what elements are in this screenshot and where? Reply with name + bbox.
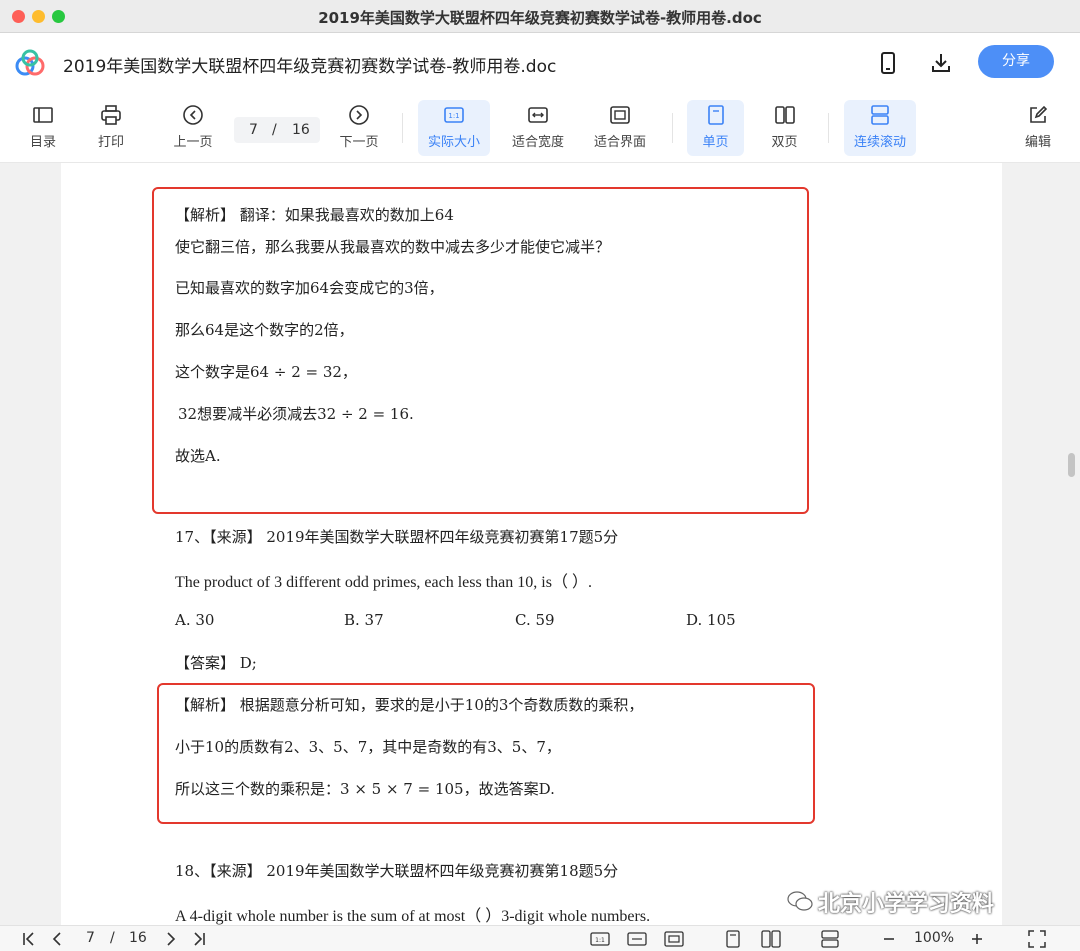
explanation-line: 故选A.: [175, 447, 221, 465]
print-label: 打印: [97, 135, 124, 150]
mobile-icon[interactable]: [876, 51, 900, 75]
fit-screen-label: 适合界面: [593, 135, 646, 150]
actual-size-icon[interactable]: 1:1: [590, 929, 610, 949]
explanation-line: 32想要减半必须减去32 ÷ 2 = 16.: [178, 405, 414, 423]
scrollbar-thumb[interactable]: [1068, 453, 1075, 477]
document-viewer[interactable]: 【解析】 翻译：如果我最喜欢的数加上64 使它翻三倍，那么我要从我最喜欢的数中减…: [0, 163, 1080, 925]
continuous-scroll-icon[interactable]: [820, 929, 840, 949]
watermark-text: 北京小学学习资料: [818, 892, 995, 917]
print-button[interactable]: 打印: [88, 100, 134, 156]
zoom-in-icon[interactable]: [968, 929, 986, 949]
svg-text:1:1: 1:1: [595, 937, 605, 944]
fit-screen-icon[interactable]: [664, 929, 684, 949]
question-17-source: 17、【来源】 2019年美国数学大联盟杯四年级竞赛初赛第17题5分: [175, 528, 619, 546]
window-title: 2019年美国数学大联盟杯四年级竞赛初赛数学试卷-教师用卷.doc: [318, 9, 762, 27]
single-page-icon[interactable]: [724, 929, 742, 949]
single-page-button[interactable]: 单页: [687, 100, 744, 156]
prev-page-button[interactable]: 上一页: [166, 100, 220, 156]
double-page-icon: [774, 106, 795, 124]
option-d: D. 105: [686, 611, 736, 629]
double-page-label: 双页: [771, 135, 798, 150]
continuous-scroll-label: 连续滚动: [853, 135, 906, 150]
zoom-out-icon[interactable]: [880, 929, 898, 949]
edit-button[interactable]: 编辑: [1015, 100, 1061, 156]
status-current-page[interactable]: 7: [86, 930, 95, 946]
single-page-label: 单页: [702, 135, 729, 150]
fit-width-icon[interactable]: [627, 929, 647, 949]
explanation-line: 所以这三个数的乘积是：3 × 5 × 7 = 105，故选答案D.: [175, 780, 555, 798]
single-page-icon: [707, 105, 724, 125]
question-18-source: 18、【来源】 2019年美国数学大联盟杯四年级竞赛初赛第18题5分: [175, 862, 619, 880]
next-page-label: 下一页: [339, 135, 379, 150]
page-number-input[interactable]: 7 / 16: [234, 117, 320, 143]
document-page: 【解析】 翻译：如果我最喜欢的数加上64 使它翻三倍，那么我要从我最喜欢的数中减…: [61, 163, 1002, 925]
question-18-text: A 4-digit whole number is the sum of at …: [175, 908, 651, 925]
edit-label: 编辑: [1024, 135, 1051, 150]
zoom-level: 100%: [914, 930, 955, 946]
double-page-button[interactable]: 双页: [756, 100, 813, 156]
first-page-icon[interactable]: [20, 929, 38, 949]
explanation-line: 小于10的质数有2、3、5、7，其中是奇数的有3、5、7，: [175, 738, 561, 756]
status-total-pages: 16: [129, 930, 147, 946]
prev-page-label: 上一页: [173, 135, 213, 150]
explanation-line: 这个数字是64 ÷ 2 = 32，: [175, 363, 357, 381]
option-c: C. 59: [515, 611, 555, 629]
fit-width-label: 适合宽度: [511, 135, 564, 150]
actual-size-icon: 1:1: [444, 107, 464, 123]
prev-page-icon[interactable]: [48, 929, 66, 949]
wechat-icon: [787, 891, 813, 911]
status-bar: 7 / 16 1:1 100%: [0, 925, 1080, 951]
total-pages: 16: [292, 122, 310, 138]
document-title: 2019年美国数学大联盟杯四年级竞赛初赛数学试卷-教师用卷.doc: [63, 57, 557, 77]
fit-screen-icon: [610, 106, 630, 124]
fit-screen-button[interactable]: 适合界面: [586, 100, 654, 156]
explanation-line: 那么64是这个数字的2倍，: [175, 321, 354, 339]
toc-button[interactable]: 目录: [20, 100, 66, 156]
question-17-answer: 【答案】 D;: [175, 654, 257, 672]
toc-label: 目录: [29, 135, 56, 150]
fit-width-button[interactable]: 适合宽度: [504, 100, 572, 156]
window-title-bar: 2019年美国数学大联盟杯四年级竞赛初赛数学试卷-教师用卷.doc: [0, 0, 1080, 33]
printer-icon: [101, 105, 121, 125]
last-page-icon[interactable]: [190, 929, 208, 949]
option-a: A. 30: [175, 611, 215, 629]
explanation-line: 已知最喜欢的数字加64会变成它的3倍，: [175, 279, 444, 297]
edit-icon: [1030, 105, 1048, 123]
fullscreen-icon[interactable]: [1027, 929, 1047, 949]
chevron-right-circle-icon: [349, 105, 369, 125]
page-separator: /: [272, 122, 277, 138]
actual-size-button[interactable]: 1:1 实际大小: [418, 100, 490, 156]
svg-text:1:1: 1:1: [448, 112, 459, 120]
app-logo-icon: [15, 49, 45, 76]
fit-width-icon: [528, 107, 548, 123]
toolbar: 目录 打印 上一页 7 / 16 下一页 1:1 实际大小 适合宽度 适合界面 …: [0, 93, 1080, 163]
next-page-button[interactable]: 下一页: [332, 100, 386, 156]
continuous-scroll-icon: [871, 105, 889, 125]
next-page-icon[interactable]: [162, 929, 180, 949]
status-page-separator: /: [110, 930, 115, 946]
toolbar-divider: [402, 113, 403, 143]
actual-size-label: 实际大小: [427, 135, 480, 150]
download-icon[interactable]: [929, 51, 953, 75]
option-b: B. 37: [344, 611, 384, 629]
share-button[interactable]: 分享: [978, 45, 1054, 78]
current-page: 7: [249, 122, 258, 138]
chevron-left-circle-icon: [183, 105, 203, 125]
explanation-line: 【解析】 翻译：如果我最喜欢的数加上64: [175, 206, 454, 224]
question-17-text: The product of 3 different odd primes, e…: [175, 574, 592, 591]
continuous-scroll-button[interactable]: 连续滚动: [844, 100, 916, 156]
explanation-line: 使它翻三倍，那么我要从我最喜欢的数中减去多少才能使它减半？: [175, 238, 611, 256]
double-page-icon[interactable]: [761, 929, 781, 949]
toolbar-divider: [672, 113, 673, 143]
toolbar-divider: [828, 113, 829, 143]
app-header: 2019年美国数学大联盟杯四年级竞赛初赛数学试卷-教师用卷.doc 分享: [0, 33, 1080, 93]
explanation-line: 【解析】 根据题意分析可知，要求的是小于10的3个奇数质数的乘积，: [175, 696, 644, 714]
sidebar-icon: [33, 107, 53, 123]
